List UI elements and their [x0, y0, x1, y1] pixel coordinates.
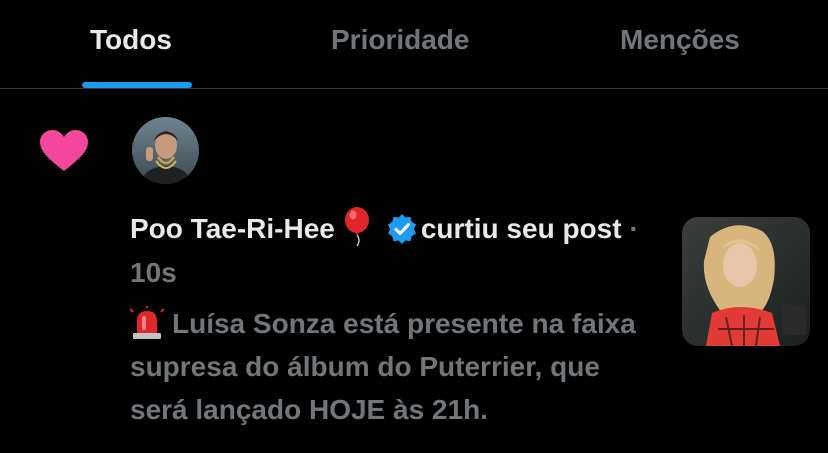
verified-badge-icon [387, 214, 416, 244]
siren-icon [130, 306, 164, 339]
heart-icon [40, 130, 88, 171]
post-text-content: Luísa Sonza está presente na faixa supre… [130, 308, 636, 425]
timestamp: 10s [130, 257, 177, 288]
avatar[interactable] [132, 117, 199, 184]
post-text: Luísa Sonza está presente na faixa supre… [130, 302, 660, 431]
tab-mencoes[interactable]: Menções [620, 24, 740, 56]
action-text: curtiu seu post [420, 213, 622, 244]
tab-todos[interactable]: Todos [90, 24, 172, 56]
tab-prioridade[interactable]: Prioridade [331, 24, 469, 56]
post-thumbnail[interactable] [682, 217, 810, 346]
notification-header: Poo Tae-Ri-Hee curtiu seu post · 10s [130, 206, 660, 295]
active-tab-indicator [82, 82, 192, 88]
balloon-icon [344, 207, 369, 246]
notifications-tab-bar: Todos Prioridade Menções [0, 0, 828, 89]
user-name[interactable]: Poo Tae-Ri-Hee [130, 213, 335, 244]
separator: · [629, 213, 639, 244]
